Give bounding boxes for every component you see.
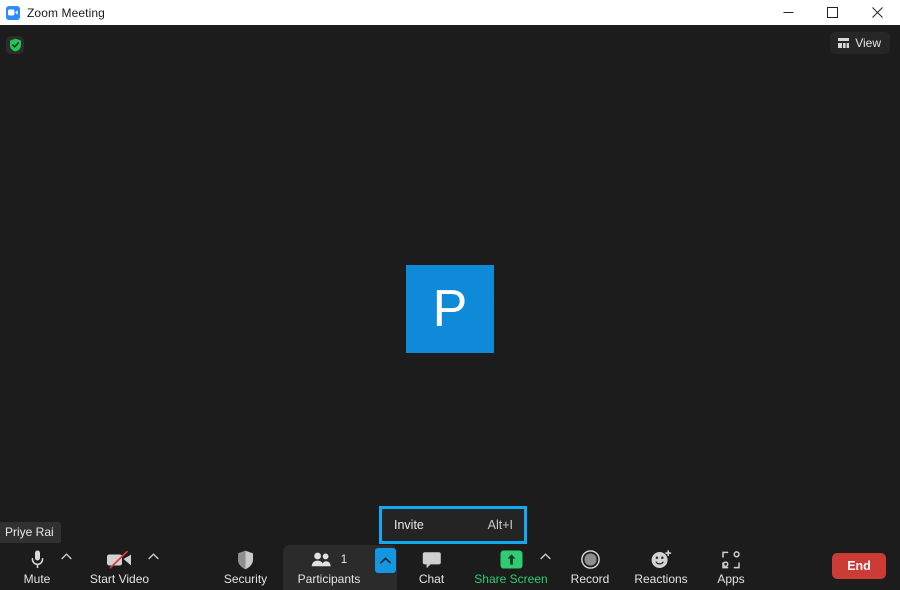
title-bar: Zoom Meeting [0,0,900,25]
mute-button[interactable]: Mute [13,543,61,590]
maximize-button[interactable] [810,0,854,25]
close-button[interactable] [854,0,900,25]
participants-label: Participants [298,572,361,586]
mute-options-caret[interactable] [57,543,75,590]
security-label: Security [224,572,267,586]
avatar-initial: P [433,283,468,335]
chat-button[interactable]: Chat [408,543,455,590]
record-button[interactable]: Record [562,543,618,590]
security-button[interactable]: Security [214,543,277,590]
video-stage: View P Priye Rai [0,25,900,543]
start-video-label: Start Video [90,572,149,586]
chat-bubble-icon [422,549,442,570]
end-meeting-label: End [847,559,871,573]
invite-label: Invite [394,518,424,532]
apps-label: Apps [717,572,744,586]
people-icon: 1 [311,549,347,570]
smiley-plus-icon [651,549,672,570]
end-meeting-button[interactable]: End [832,553,886,579]
video-options-caret[interactable] [144,543,162,590]
share-screen-options-caret[interactable] [536,543,554,590]
view-button-label: View [855,36,881,50]
participants-options-caret[interactable] [375,548,396,573]
apps-bracket-icon [721,549,741,570]
participants-count: 1 [341,554,347,566]
zoom-meeting-window: Zoom Meeting View P [0,0,900,590]
invite-shortcut: Alt+I [488,518,513,532]
layout-grid-icon [838,38,849,48]
view-button[interactable]: View [830,32,890,54]
green-shield-check-icon[interactable] [6,36,24,54]
record-circle-icon [581,549,600,570]
record-label: Record [571,572,610,586]
mute-label: Mute [24,572,51,586]
apps-button[interactable]: Apps [706,543,756,590]
shield-icon [237,549,254,570]
minimize-button[interactable] [766,0,810,25]
reactions-button[interactable]: Reactions [628,543,694,590]
invite-menu-item[interactable]: Invite Alt+I [379,506,527,544]
camera-off-icon [106,549,133,570]
meeting-toolbar: Mute Start Video [0,543,900,590]
share-arrow-icon [500,549,523,570]
chat-label: Chat [419,572,444,586]
participants-button[interactable]: 1 Participants [283,543,375,590]
participant-name-label: Priye Rai [0,522,61,543]
reactions-label: Reactions [634,572,687,586]
window-title: Zoom Meeting [27,6,105,20]
microphone-icon [31,549,44,570]
zoom-video-icon [6,6,20,20]
participant-video-tile[interactable]: P [406,265,494,353]
